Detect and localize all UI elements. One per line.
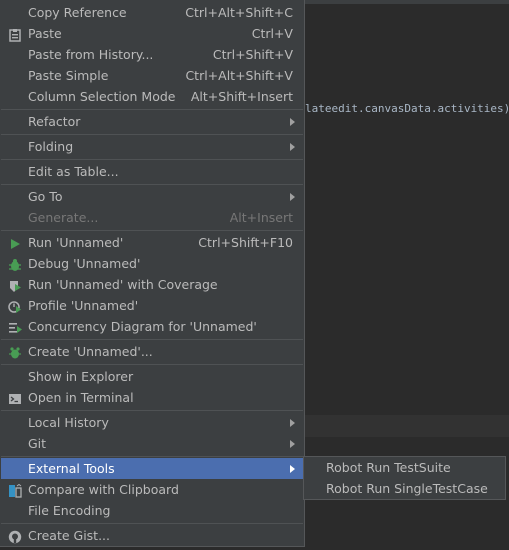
menu-item-generate[interactable]: Generate... Alt+Insert (1, 207, 303, 228)
submenu-item-label: Robot Run TestSuite (326, 460, 451, 475)
menu-item-profile[interactable]: Profile 'Unnamed' (1, 295, 303, 316)
menu-item-shortcut: Ctrl+V (251, 26, 293, 41)
menu-item-shortcut: Alt+Insert (229, 210, 293, 225)
menu-item-shortcut: Alt+Shift+Insert (190, 89, 293, 104)
menu-item-local-history[interactable]: Local History (1, 412, 303, 433)
submenu-arrow-icon (290, 193, 295, 201)
run-icon (8, 236, 22, 250)
python-icon (8, 345, 22, 359)
submenu-item-label: Robot Run SingleTestCase (326, 481, 488, 496)
menu-item-label: Copy Reference (28, 5, 127, 20)
menu-item-label: External Tools (28, 461, 115, 476)
menu-item-external-tools[interactable]: External Tools (1, 458, 303, 479)
menu-item-label: Concurrency Diagram for 'Unnamed' (28, 319, 257, 334)
menu-separator (1, 159, 303, 160)
menu-item-shortcut: Ctrl+Alt+Shift+C (185, 5, 293, 20)
menu-item-run-with-coverage[interactable]: Run 'Unnamed' with Coverage (1, 274, 303, 295)
menu-item-label: Open in Terminal (28, 390, 134, 405)
menu-item-label: Debug 'Unnamed' (28, 256, 141, 271)
menu-item-open-in-terminal[interactable]: Open in Terminal (1, 387, 303, 408)
menu-item-label: Paste from History... (28, 47, 154, 62)
terminal-icon (8, 391, 22, 405)
github-icon (8, 529, 22, 544)
menu-item-show-in-explorer[interactable]: Show in Explorer (1, 366, 303, 387)
menu-item-compare-with-clipboard[interactable]: Compare with Clipboard (1, 479, 303, 500)
menu-item-label: Generate... (28, 210, 99, 225)
menu-item-shortcut: Ctrl+Shift+F10 (198, 235, 293, 250)
menu-item-label: File Encoding (28, 503, 111, 518)
profile-icon (8, 299, 22, 313)
external-tools-submenu: Robot Run TestSuite Robot Run SingleTest… (303, 456, 506, 500)
compare-icon (8, 483, 22, 498)
menu-separator (1, 456, 303, 457)
concurrency-icon (8, 320, 22, 334)
menu-item-label: Profile 'Unnamed' (28, 298, 139, 313)
menu-item-copy-reference[interactable]: Copy Reference Ctrl+Alt+Shift+C (1, 2, 303, 23)
menu-item-label: Paste Simple (28, 68, 109, 83)
menu-item-run[interactable]: Run 'Unnamed' Ctrl+Shift+F10 (1, 232, 303, 253)
menu-item-label: Refactor (28, 114, 81, 129)
clipboard-icon (8, 27, 22, 42)
menu-separator (1, 364, 303, 365)
editor-code-text: lateedit.canvasData.activities) (305, 102, 509, 115)
debug-icon (8, 257, 22, 271)
menu-item-refactor[interactable]: Refactor (1, 111, 303, 132)
menu-separator (1, 410, 303, 411)
menu-item-create-gist[interactable]: Create Gist... (1, 525, 303, 546)
menu-item-label: Run 'Unnamed' (28, 235, 124, 250)
context-menu: Copy Reference Ctrl+Alt+Shift+C Paste Ct… (0, 0, 305, 547)
menu-item-file-encoding[interactable]: File Encoding (1, 500, 303, 521)
menu-item-paste-from-history[interactable]: Paste from History... Ctrl+Shift+V (1, 44, 303, 65)
menu-item-git[interactable]: Git (1, 433, 303, 454)
menu-item-debug[interactable]: Debug 'Unnamed' (1, 253, 303, 274)
menu-item-folding[interactable]: Folding (1, 136, 303, 157)
menu-item-label: Run 'Unnamed' with Coverage (28, 277, 218, 292)
menu-item-paste[interactable]: Paste Ctrl+V (1, 23, 303, 44)
menu-item-label: Compare with Clipboard (28, 482, 179, 497)
editor-current-line-band (305, 415, 509, 437)
menu-item-label: Edit as Table... (28, 164, 119, 179)
submenu-arrow-icon (290, 440, 295, 448)
menu-item-label: Go To (28, 189, 63, 204)
menu-item-label: Local History (28, 415, 109, 430)
menu-item-go-to[interactable]: Go To (1, 186, 303, 207)
submenu-arrow-icon (290, 419, 295, 427)
menu-separator (1, 339, 303, 340)
menu-item-label: Create Gist... (28, 528, 111, 543)
submenu-arrow-icon (290, 118, 295, 126)
submenu-arrow-icon (290, 143, 295, 151)
menu-item-create-config[interactable]: Create 'Unnamed'... (1, 341, 303, 362)
menu-separator (1, 109, 303, 110)
coverage-icon (8, 278, 22, 292)
menu-separator (1, 134, 303, 135)
menu-item-label: Paste (28, 26, 62, 41)
menu-item-label: Show in Explorer (28, 369, 134, 384)
menu-item-shortcut: Ctrl+Shift+V (212, 47, 293, 62)
menu-item-label: Column Selection Mode (28, 89, 176, 104)
menu-item-shortcut: Ctrl+Alt+Shift+V (185, 68, 293, 83)
submenu-item-robot-run-testsuite[interactable]: Robot Run TestSuite (304, 457, 505, 478)
menu-item-label: Folding (28, 139, 74, 154)
menu-separator (1, 523, 303, 524)
menu-item-column-selection-mode[interactable]: Column Selection Mode Alt+Shift+Insert (1, 86, 303, 107)
menu-separator (1, 184, 303, 185)
submenu-arrow-icon (290, 465, 295, 473)
menu-item-edit-as-table[interactable]: Edit as Table... (1, 161, 303, 182)
menu-item-paste-simple[interactable]: Paste Simple Ctrl+Alt+Shift+V (1, 65, 303, 86)
menu-item-label: Git (28, 436, 47, 451)
submenu-item-robot-run-singletestcase[interactable]: Robot Run SingleTestCase (304, 478, 505, 499)
menu-separator (1, 230, 303, 231)
menu-item-label: Create 'Unnamed'... (28, 344, 153, 359)
menu-item-concurrency-diagram[interactable]: Concurrency Diagram for 'Unnamed' (1, 316, 303, 337)
